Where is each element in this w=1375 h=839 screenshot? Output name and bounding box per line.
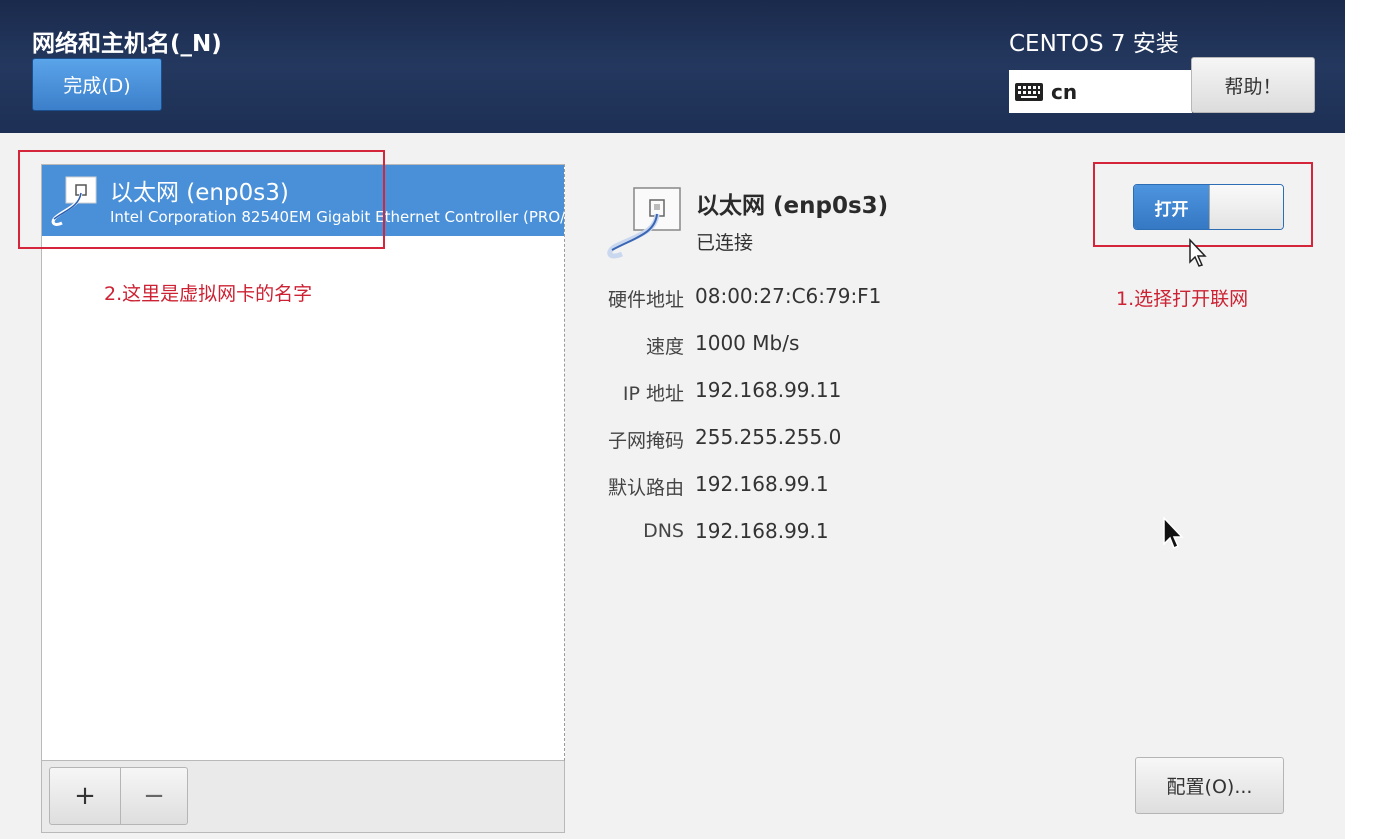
prop-value-ip-address: 192.168.99.11	[695, 378, 842, 402]
prop-label-default-route: 默认路由	[607, 477, 684, 499]
mouse-cursor-icon	[1189, 238, 1207, 267]
annotation-device-name: 2.这里是虚拟网卡的名字	[104, 283, 313, 305]
prop-label-dns: DNS	[643, 520, 684, 542]
product-title: CENTOS 7 安装	[1009, 31, 1179, 57]
prop-label-speed: 速度	[645, 336, 684, 358]
annotation-box-device	[18, 150, 385, 249]
configure-button[interactable]: 配置(O)...	[1135, 757, 1284, 814]
device-list: 以太网 (enp0s3) Intel Corporation 82540EM G…	[41, 164, 565, 761]
prop-label-ip-address: IP 地址	[622, 383, 684, 405]
device-list-toolbar: + −	[41, 761, 565, 833]
prop-value-default-route: 192.168.99.1	[695, 472, 829, 496]
remove-device-button[interactable]: −	[120, 767, 188, 825]
done-button[interactable]: 完成(D)	[32, 58, 162, 111]
annotation-enable-network: 1.选择打开联网	[1116, 288, 1249, 310]
prop-value-dns: 192.168.99.1	[695, 519, 829, 543]
keyboard-icon	[1015, 82, 1045, 102]
keyboard-layout-indicator[interactable]: cn	[1009, 70, 1192, 113]
header-bar: 网络和主机名(_N) 完成(D) CENTOS 7 安装 cn 帮助！	[0, 0, 1345, 133]
keyboard-layout-value: cn	[1051, 79, 1078, 104]
prop-label-subnet-mask: 子网掩码	[607, 430, 684, 452]
wired-network-icon	[600, 184, 690, 264]
mouse-cursor-icon	[1163, 516, 1184, 550]
help-button[interactable]: 帮助！	[1191, 57, 1315, 113]
prop-value-subnet-mask: 255.255.255.0	[695, 425, 842, 449]
detail-device-name: 以太网 (enp0s3)	[696, 193, 889, 219]
annotation-box-toggle	[1093, 162, 1313, 247]
prop-value-hardware-address: 08:00:27:C6:79:F1	[695, 284, 882, 308]
prop-label-hardware-address: 硬件地址	[607, 289, 684, 311]
prop-value-speed: 1000 Mb/s	[695, 331, 800, 355]
add-device-button[interactable]: +	[49, 767, 121, 825]
connection-status: 已连接	[696, 232, 754, 254]
window-edge	[1345, 0, 1375, 839]
page-title: 网络和主机名(_N)	[32, 31, 222, 57]
